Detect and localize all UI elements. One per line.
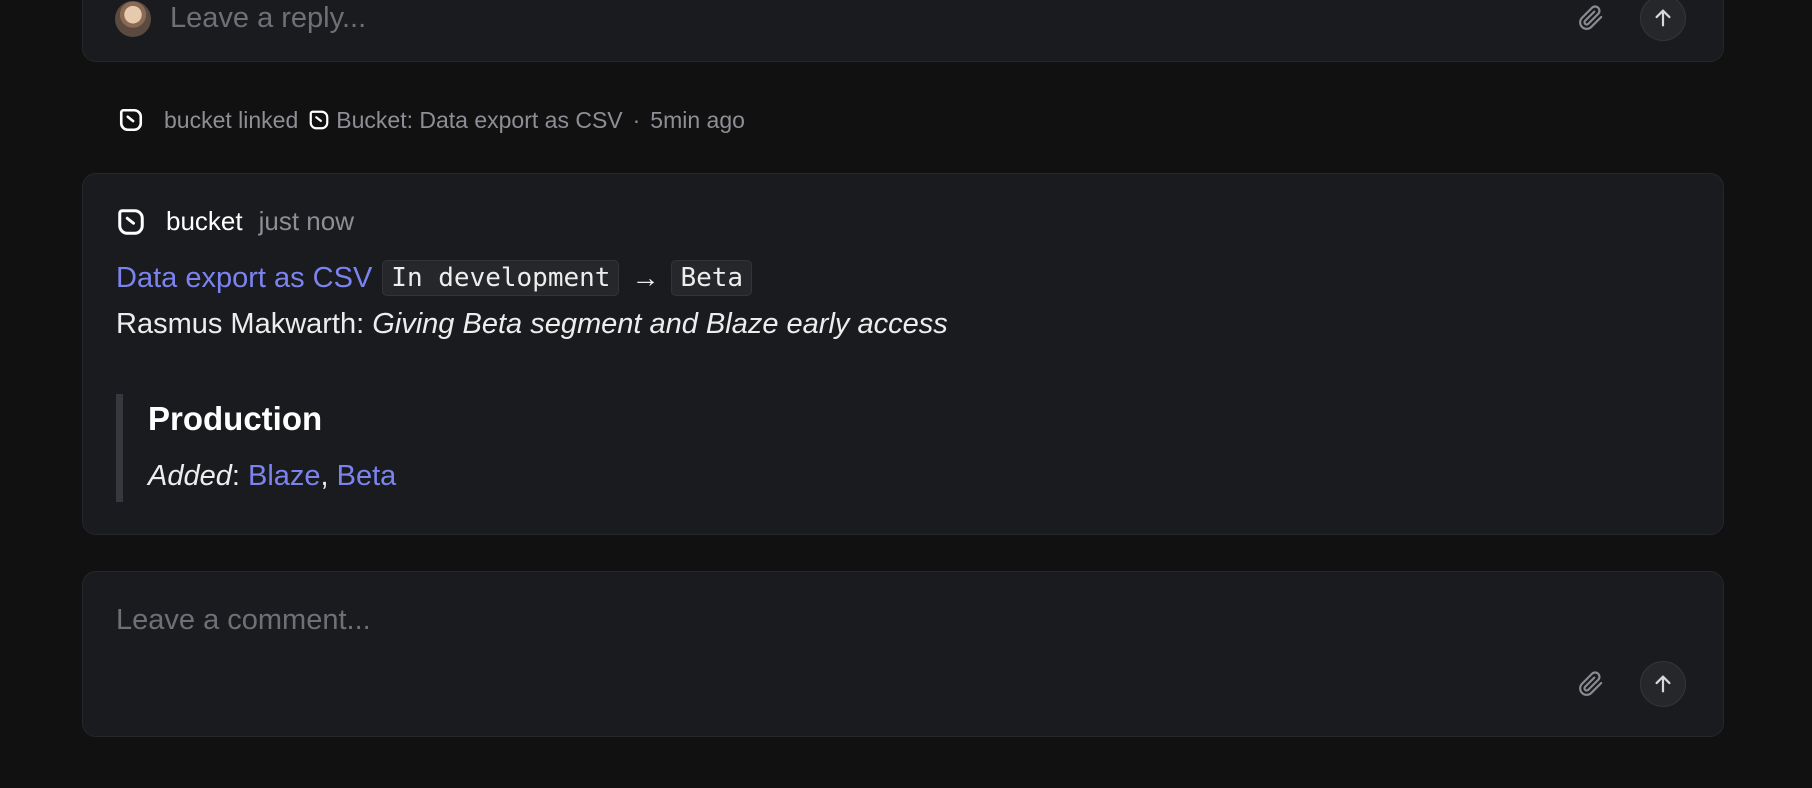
segment-link-beta[interactable]: Beta (337, 460, 397, 492)
event-note: Rasmus Makwarth: Giving Beta segment and… (116, 308, 948, 341)
send-reply-button[interactable] (1640, 0, 1686, 41)
event-header: bucket just now (116, 206, 354, 237)
added-segments: Added: Blaze, Beta (148, 460, 396, 493)
to-stage-badge: Beta (671, 260, 753, 296)
stage-change-line: Data export as CSV In development → Beta (116, 260, 762, 296)
environment-title: Production (148, 400, 323, 437)
comment-input[interactable]: Leave a comment... (116, 604, 371, 637)
from-stage-badge: In development (382, 260, 620, 296)
arrow-up-icon (1655, 675, 1671, 693)
feature-link[interactable]: Data export as CSV (116, 262, 372, 295)
user-avatar (115, 1, 151, 37)
paperclip-icon (1579, 671, 1603, 696)
event-author: bucket (166, 206, 243, 236)
reply-composer: Leave a reply... (82, 0, 1724, 62)
attach-button[interactable] (1573, 666, 1609, 702)
reply-input[interactable]: Leave a reply... (170, 2, 366, 35)
paperclip-icon (1579, 5, 1603, 30)
bucket-icon (308, 109, 330, 131)
environment-quote: Production Added: Blaze, Beta (116, 394, 396, 502)
linked-item-link[interactable]: Bucket: Data export as CSV (336, 107, 622, 134)
segment-link-blaze[interactable]: Blaze (248, 460, 321, 492)
bucket-icon (116, 207, 146, 237)
added-label: Added (148, 460, 232, 492)
activity-row: bucket linked Bucket: Data export as CSV… (118, 104, 745, 136)
note-text: Giving Beta segment and Blaze early acce… (372, 308, 948, 340)
send-comment-button[interactable] (1640, 661, 1686, 707)
arrow-up-icon (1655, 9, 1671, 27)
activity-timestamp: 5min ago (650, 106, 745, 133)
comma: , (320, 460, 329, 492)
bucket-icon (118, 107, 144, 133)
activity-actor: bucket (164, 106, 232, 133)
comment-composer (82, 571, 1724, 737)
separator: · (632, 106, 641, 133)
attach-button[interactable] (1573, 0, 1609, 36)
colon: : (231, 460, 240, 492)
note-author: Rasmus Makwarth: (116, 308, 365, 340)
event-timestamp: just now (258, 206, 354, 236)
arrow-right-icon: → (631, 262, 660, 293)
activity-verb: linked (238, 106, 299, 133)
